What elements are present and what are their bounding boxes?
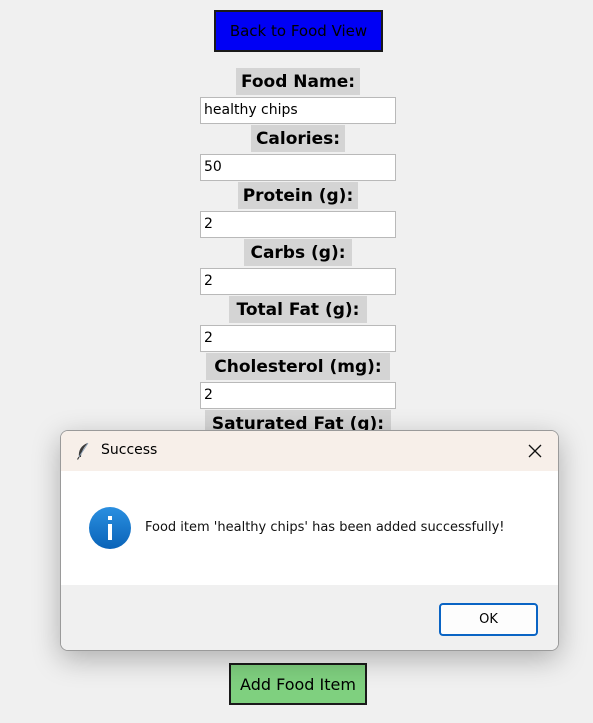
total-fat-input[interactable]: 2 xyxy=(200,325,396,352)
add-food-item-button[interactable]: Add Food Item xyxy=(229,663,367,705)
success-dialog: Success Food item 'healthy chips' has be… xyxy=(60,430,559,651)
dialog-message: Food item 'healthy chips' has been added… xyxy=(145,520,505,535)
food-entry-window: Back to Food View Food Name: healthy chi… xyxy=(0,0,593,723)
info-icon xyxy=(88,506,132,550)
total-fat-label: Total Fat (g): xyxy=(229,296,367,323)
ok-button[interactable]: OK xyxy=(439,603,538,636)
cholesterol-input[interactable]: 2 xyxy=(200,382,396,409)
feather-icon xyxy=(75,442,91,460)
cholesterol-label: Cholesterol (mg): xyxy=(206,353,390,380)
calories-input[interactable]: 50 xyxy=(200,154,396,181)
dialog-body: Food item 'healthy chips' has been added… xyxy=(61,471,558,585)
close-icon[interactable] xyxy=(520,437,550,465)
food-name-input[interactable]: healthy chips xyxy=(200,97,396,124)
calories-label: Calories: xyxy=(251,125,345,152)
dialog-titlebar[interactable]: Success xyxy=(61,431,558,471)
dialog-footer: OK xyxy=(61,585,558,650)
food-name-label: Food Name: xyxy=(236,68,360,95)
back-to-food-view-button[interactable]: Back to Food View xyxy=(214,10,383,52)
carbs-label: Carbs (g): xyxy=(244,239,352,266)
protein-label: Protein (g): xyxy=(238,182,358,209)
dialog-title: Success xyxy=(101,442,158,458)
carbs-input[interactable]: 2 xyxy=(200,268,396,295)
protein-input[interactable]: 2 xyxy=(200,211,396,238)
